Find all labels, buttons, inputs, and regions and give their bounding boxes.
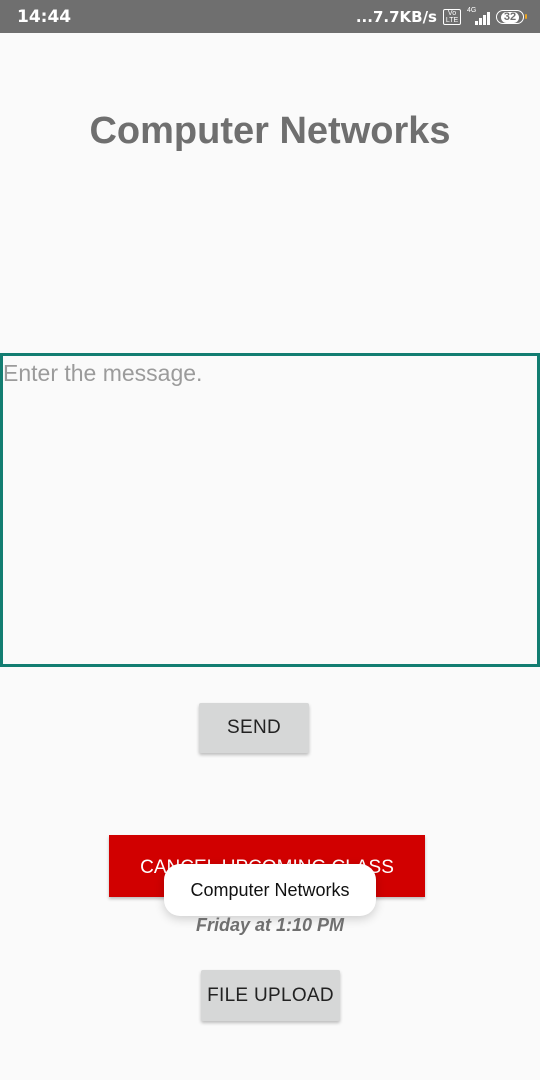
signal-icon: 4G: [467, 7, 490, 25]
message-input-box[interactable]: [0, 353, 540, 667]
message-input[interactable]: [3, 356, 537, 664]
battery-icon: 32: [496, 10, 527, 24]
toast-message: Computer Networks: [164, 864, 376, 916]
volte-icon: Vo LTE: [443, 9, 461, 25]
network-speed: ...7.7KB/s: [355, 8, 437, 26]
battery-level: 32: [500, 11, 520, 23]
class-time-label: Friday at 1:10 PM: [195, 915, 345, 935]
status-indicators: ...7.7KB/s Vo LTE 4G 32: [355, 6, 527, 28]
page-title: Computer Networks: [89, 110, 451, 152]
send-button[interactable]: SEND: [199, 703, 309, 753]
file-upload-button[interactable]: FILE UPLOAD: [201, 970, 340, 1021]
status-bar: 14:44 ...7.7KB/s Vo LTE 4G 32: [0, 0, 540, 33]
network-type: 4G: [467, 7, 477, 14]
status-time: 14:44: [17, 7, 72, 27]
